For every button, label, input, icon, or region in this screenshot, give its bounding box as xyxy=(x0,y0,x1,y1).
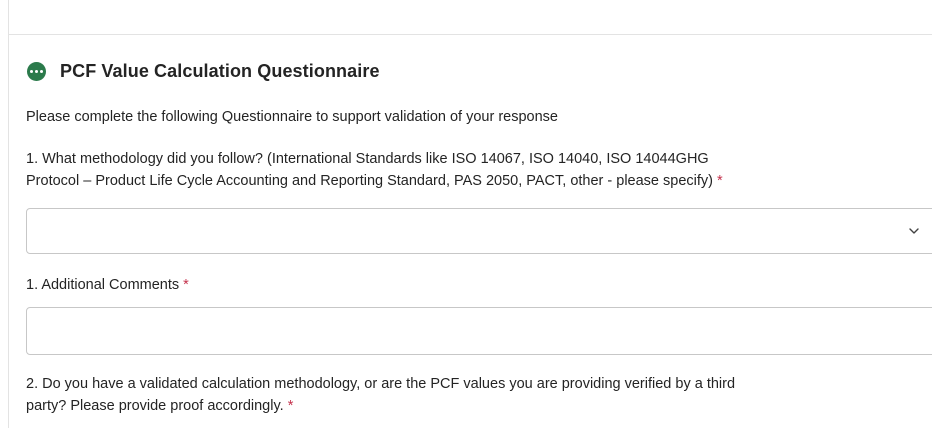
question-2-line-2: party? Please provide proof accordingly.… xyxy=(26,398,294,414)
section-title: PCF Value Calculation Questionnaire xyxy=(60,60,380,81)
intro-text: Please complete the following Questionna… xyxy=(26,109,558,125)
additional-comments-label: 1. Additional Comments * xyxy=(26,277,189,293)
more-horizontal-icon xyxy=(27,61,46,81)
question-2-line-1: 2. Do you have a validated calculation m… xyxy=(26,376,736,392)
page: PCF Value Calculation Questionnaire Plea… xyxy=(0,0,932,428)
question-2-label: 2. Do you have a validated calculation m… xyxy=(26,373,735,417)
methodology-select[interactable] xyxy=(26,208,932,254)
question-1-label: 1. What methodology did you follow? (Int… xyxy=(26,148,723,192)
required-marker: * xyxy=(287,398,294,414)
section-header: PCF Value Calculation Questionnaire xyxy=(26,58,932,84)
required-marker: * xyxy=(183,277,189,293)
required-marker: * xyxy=(717,173,723,189)
top-divider xyxy=(8,34,932,35)
question-1-line-2: Protocol – Product Life Cycle Accounting… xyxy=(26,173,723,189)
additional-comments-input[interactable] xyxy=(26,307,932,355)
question-1-line-1: 1. What methodology did you follow? (Int… xyxy=(26,151,709,167)
questionnaire-section: PCF Value Calculation Questionnaire Plea… xyxy=(26,58,932,414)
left-divider xyxy=(8,0,9,428)
chevron-down-icon[interactable] xyxy=(907,224,921,238)
